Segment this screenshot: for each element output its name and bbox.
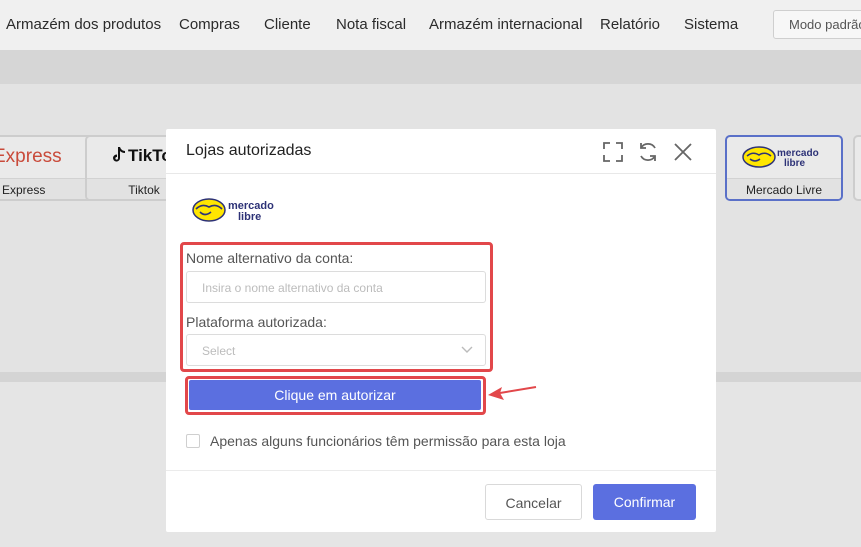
authorized-stores-modal: Lojas autorizadas mercado libre Nome alt…: [166, 129, 716, 532]
refresh-icon[interactable]: [636, 140, 660, 164]
platform-card-mercado-livre[interactable]: mercado libre Mercado Livre: [725, 135, 843, 201]
nav-item-cliente[interactable]: Cliente: [264, 16, 311, 33]
mercado-livre-logo: mercado libre: [727, 137, 841, 177]
mercado-libre-emblem: mercado libre: [742, 146, 819, 169]
nav-item-sistema[interactable]: Sistema: [684, 16, 738, 33]
aliexpress-logo-text: Express: [0, 146, 62, 167]
account-alias-input[interactable]: Insira o nome alternativo da conta: [186, 271, 486, 303]
svg-text:libre: libre: [784, 158, 806, 169]
annotation-arrow-icon: [488, 386, 537, 400]
platform-card-aliexpress[interactable]: Express Express: [0, 135, 98, 201]
expand-icon[interactable]: [601, 140, 625, 164]
tiktok-note-icon: [113, 147, 125, 162]
platform-label: Mercado Livre: [727, 178, 841, 199]
platform-card-partial[interactable]: [853, 135, 861, 201]
platform-label: Plataforma autorizada:: [186, 314, 327, 330]
sub-toolbar: [0, 50, 861, 84]
nav-item-relatorio[interactable]: Relatório: [600, 16, 660, 33]
nav-item-armazem-produtos[interactable]: Armazém dos produtos: [6, 16, 161, 33]
platform-select[interactable]: Select: [186, 334, 486, 366]
logo-text-libre: libre: [238, 211, 261, 223]
platform-label: Express: [0, 178, 96, 199]
nav-item-nota-fiscal[interactable]: Nota fiscal: [336, 16, 406, 33]
top-navigation: Armazém dos produtos Compras Cliente Not…: [0, 0, 861, 50]
cancel-button[interactable]: Cancelar: [485, 484, 582, 520]
confirm-button[interactable]: Confirmar: [593, 484, 696, 520]
restricted-access-checkbox[interactable]: [186, 434, 200, 448]
nav-item-armazem-internacional[interactable]: Armazém internacional: [429, 16, 582, 33]
aliexpress-logo: Express: [0, 137, 96, 177]
chevron-down-icon: [461, 346, 473, 353]
mercado-libre-logo: mercado libre: [192, 198, 274, 223]
modal-footer-divider: [166, 470, 716, 471]
modal-title: Lojas autorizadas: [186, 142, 312, 159]
authorize-button[interactable]: Clique em autorizar: [189, 380, 481, 410]
nav-item-compras[interactable]: Compras: [179, 16, 240, 33]
account-alias-label: Nome alternativo da conta:: [186, 250, 354, 266]
modal-header: Lojas autorizadas: [166, 129, 716, 174]
platform-select-value: Select: [202, 344, 236, 358]
restricted-access-label: Apenas alguns funcionários têm permissão…: [210, 433, 566, 449]
close-icon[interactable]: [671, 140, 695, 164]
mode-button[interactable]: Modo padrão: [773, 10, 861, 39]
